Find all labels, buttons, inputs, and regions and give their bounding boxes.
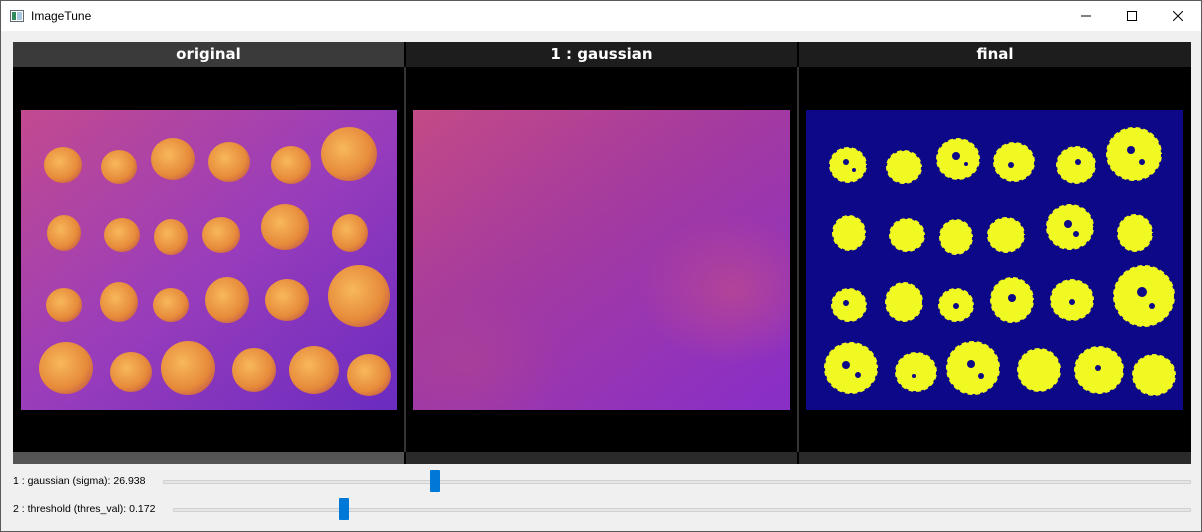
panel-footer-final [799, 452, 1191, 464]
app-icon [10, 10, 24, 22]
close-button[interactable] [1155, 1, 1201, 31]
minimize-icon [1081, 15, 1091, 17]
panel-title-final: final [799, 42, 1191, 67]
slider-thumb-threshold[interactable] [339, 498, 350, 520]
slider-row-gaussian: 1 : gaussian (sigma): 26.938 [1, 470, 1202, 494]
panel-original[interactable]: original [13, 42, 404, 464]
image-viewer: original 1: gaussian final [13, 42, 1191, 464]
final-image [806, 110, 1183, 410]
original-image [21, 110, 397, 410]
panel-final[interactable]: final [799, 42, 1191, 464]
panel-gaussian[interactable]: 1 : gaussian [406, 42, 797, 464]
slider-track-gaussian[interactable] [163, 480, 1191, 484]
slider-label-gaussian: 1 : gaussian (sigma): 26.938 [13, 475, 146, 487]
maximize-icon [1127, 11, 1137, 21]
slider-row-threshold: 2 : threshold (thres_val): 0.172 [1, 498, 1202, 522]
window-title: ImageTune [31, 9, 92, 23]
slider-label-threshold: 2 : threshold (thres_val): 0.172 [13, 503, 156, 515]
title-bar[interactable]: ImageTune [1, 1, 1201, 31]
panel-title-gaussian: 1 : gaussian [406, 42, 797, 67]
panel-footer-gaussian [406, 452, 797, 464]
panel-footer-original [13, 452, 404, 464]
panel-title-original: original [13, 42, 404, 67]
slider-thumb-gaussian[interactable] [430, 470, 441, 492]
maximize-button[interactable] [1109, 1, 1155, 31]
app-window: ImageTune original 1: gaussian final 1 … [0, 0, 1202, 532]
gaussian-image [413, 110, 790, 410]
minimize-button[interactable] [1063, 1, 1109, 31]
close-icon [1173, 11, 1183, 21]
slider-track-threshold[interactable] [173, 508, 1191, 512]
